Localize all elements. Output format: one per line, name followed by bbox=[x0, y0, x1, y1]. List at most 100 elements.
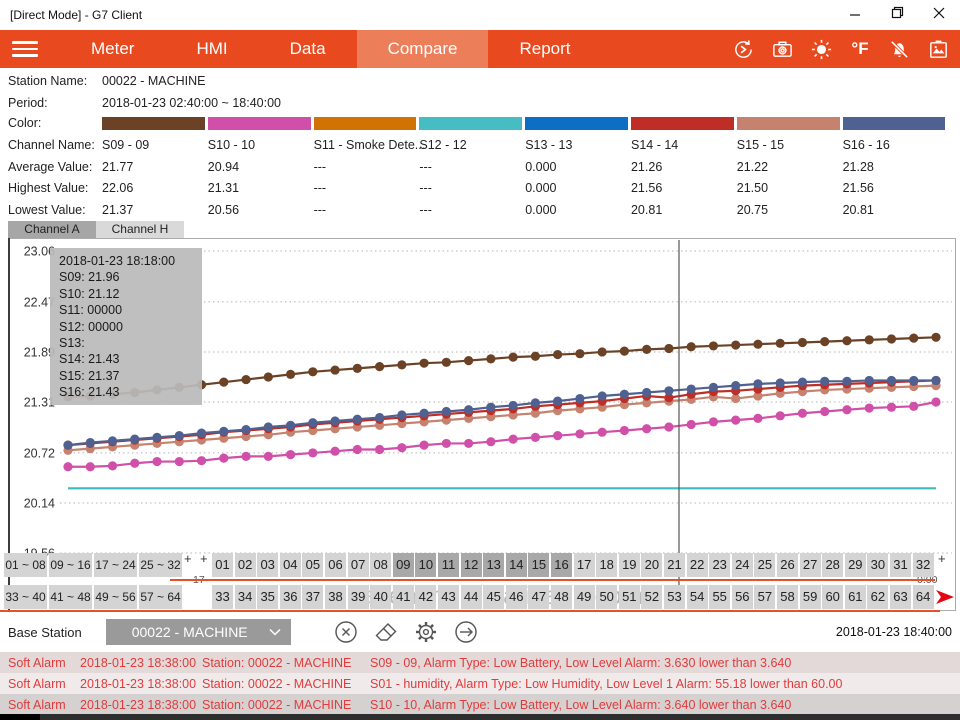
channel-button-19[interactable]: 19 bbox=[619, 553, 640, 577]
sync-icon[interactable] bbox=[731, 37, 755, 61]
channel-button-38[interactable]: 38 bbox=[325, 585, 346, 609]
red-right-arrow-icon[interactable] bbox=[934, 585, 958, 614]
channel-button-29[interactable]: 29 bbox=[845, 553, 866, 577]
channel-button-46[interactable]: 46 bbox=[506, 585, 527, 609]
channel-button-37[interactable]: 37 bbox=[302, 585, 323, 609]
channel-button-62[interactable]: 62 bbox=[867, 585, 888, 609]
channel-button-57[interactable]: 57 bbox=[754, 585, 775, 609]
channel-button-31[interactable]: 31 bbox=[890, 553, 911, 577]
menu-icon[interactable] bbox=[12, 41, 46, 57]
brightness-icon[interactable] bbox=[809, 37, 833, 61]
channel-group-button-33~40[interactable]: 33 ~ 40 bbox=[4, 585, 47, 609]
channel-button-26[interactable]: 26 bbox=[777, 553, 798, 577]
channel-button-41[interactable]: 41 bbox=[393, 585, 414, 609]
channel-button-25[interactable]: 25 bbox=[754, 553, 775, 577]
channel-button-23[interactable]: 23 bbox=[709, 553, 730, 577]
more-channels-button[interactable]: + bbox=[938, 551, 946, 566]
restore-button[interactable] bbox=[876, 0, 918, 30]
fahrenheit-icon[interactable]: °F bbox=[848, 37, 872, 61]
channel-button-09[interactable]: 09 bbox=[393, 553, 414, 577]
channel-button-47[interactable]: 47 bbox=[528, 585, 549, 609]
channel-button-48[interactable]: 48 bbox=[551, 585, 572, 609]
channel-group-button-25~32[interactable]: 25 ~ 32 bbox=[139, 553, 182, 577]
nav-item-hmi[interactable]: HMI bbox=[165, 30, 258, 68]
channel-button-50[interactable]: 50 bbox=[596, 585, 617, 609]
channel-button-20[interactable]: 20 bbox=[641, 553, 662, 577]
channel-button-64[interactable]: 64 bbox=[913, 585, 934, 609]
channel-group-button-01~08[interactable]: 01 ~ 08 bbox=[4, 553, 47, 577]
channel-button-34[interactable]: 34 bbox=[235, 585, 256, 609]
channel-button-03[interactable]: 03 bbox=[257, 553, 278, 577]
channel-button-07[interactable]: 07 bbox=[348, 553, 369, 577]
channel-button-13[interactable]: 13 bbox=[483, 553, 504, 577]
circle-x-icon[interactable] bbox=[333, 619, 359, 645]
minimize-button[interactable] bbox=[834, 0, 876, 30]
more-channels-button[interactable]: + bbox=[184, 551, 192, 566]
channel-button-05[interactable]: 05 bbox=[302, 553, 323, 577]
channel-button-36[interactable]: 36 bbox=[280, 585, 301, 609]
tab-channel-a[interactable]: Channel A bbox=[8, 221, 96, 238]
channel-button-53[interactable]: 53 bbox=[664, 585, 685, 609]
channel-button-14[interactable]: 14 bbox=[506, 553, 527, 577]
channel-button-22[interactable]: 22 bbox=[687, 553, 708, 577]
channel-button-55[interactable]: 55 bbox=[709, 585, 730, 609]
gear-icon[interactable] bbox=[413, 619, 439, 645]
nav-item-data[interactable]: Data bbox=[259, 30, 357, 68]
channel-button-54[interactable]: 54 bbox=[687, 585, 708, 609]
channel-button-35[interactable]: 35 bbox=[257, 585, 278, 609]
channel-button-18[interactable]: 18 bbox=[596, 553, 617, 577]
channel-button-56[interactable]: 56 bbox=[732, 585, 753, 609]
channel-button-58[interactable]: 58 bbox=[777, 585, 798, 609]
channel-button-28[interactable]: 28 bbox=[822, 553, 843, 577]
channel-button-60[interactable]: 60 bbox=[822, 585, 843, 609]
channel-button-45[interactable]: 45 bbox=[483, 585, 504, 609]
channel-button-08[interactable]: 08 bbox=[370, 553, 391, 577]
channel-group-button-41~48[interactable]: 41 ~ 48 bbox=[49, 585, 92, 609]
channel-button-04[interactable]: 04 bbox=[280, 553, 301, 577]
channel-button-30[interactable]: 30 bbox=[867, 553, 888, 577]
channel-button-33[interactable]: 33 bbox=[212, 585, 233, 609]
channel-button-11[interactable]: 11 bbox=[438, 553, 459, 577]
circle-arrow-right-icon[interactable] bbox=[453, 619, 479, 645]
alarm-mute-icon[interactable] bbox=[887, 37, 911, 61]
channel-button-63[interactable]: 63 bbox=[890, 585, 911, 609]
alarm-row[interactable]: Soft Alarm2018-01-23 18:38:00Station: 00… bbox=[0, 652, 960, 673]
more-channels-button[interactable]: + bbox=[200, 551, 208, 566]
channel-button-61[interactable]: 61 bbox=[845, 585, 866, 609]
channel-button-10[interactable]: 10 bbox=[415, 553, 436, 577]
channel-button-44[interactable]: 44 bbox=[461, 585, 482, 609]
channel-button-12[interactable]: 12 bbox=[461, 553, 482, 577]
channel-button-02[interactable]: 02 bbox=[235, 553, 256, 577]
channel-button-17[interactable]: 17 bbox=[574, 553, 595, 577]
channel-button-01[interactable]: 01 bbox=[212, 553, 233, 577]
camera-icon[interactable] bbox=[770, 37, 794, 61]
alarm-row[interactable]: Soft Alarm2018-01-23 18:38:00Station: 00… bbox=[0, 673, 960, 694]
channel-button-43[interactable]: 43 bbox=[438, 585, 459, 609]
channel-button-32[interactable]: 32 bbox=[913, 553, 934, 577]
channel-button-42[interactable]: 42 bbox=[415, 585, 436, 609]
channel-button-21[interactable]: 21 bbox=[664, 553, 685, 577]
alarm-row[interactable]: Soft Alarm2018-01-23 18:38:00Station: 00… bbox=[0, 694, 960, 715]
nav-item-meter[interactable]: Meter bbox=[60, 30, 165, 68]
close-button[interactable] bbox=[918, 0, 960, 30]
nav-item-report[interactable]: Report bbox=[488, 30, 601, 68]
base-station-dropdown[interactable]: 00022 - MACHINE bbox=[106, 619, 291, 645]
tab-channel-h[interactable]: Channel H bbox=[96, 221, 184, 238]
eraser-icon[interactable] bbox=[373, 619, 399, 645]
channel-button-06[interactable]: 06 bbox=[325, 553, 346, 577]
channel-button-49[interactable]: 49 bbox=[574, 585, 595, 609]
image-export-icon[interactable] bbox=[926, 37, 950, 61]
channel-button-51[interactable]: 51 bbox=[619, 585, 640, 609]
channel-group-button-49~56[interactable]: 49 ~ 56 bbox=[94, 585, 137, 609]
channel-group-button-17~24[interactable]: 17 ~ 24 bbox=[94, 553, 137, 577]
channel-group-button-57~64[interactable]: 57 ~ 64 bbox=[139, 585, 182, 609]
channel-button-40[interactable]: 40 bbox=[370, 585, 391, 609]
channel-button-59[interactable]: 59 bbox=[800, 585, 821, 609]
nav-item-compare[interactable]: Compare bbox=[357, 30, 489, 68]
channel-button-24[interactable]: 24 bbox=[732, 553, 753, 577]
channel-button-39[interactable]: 39 bbox=[348, 585, 369, 609]
channel-button-16[interactable]: 16 bbox=[551, 553, 572, 577]
channel-button-15[interactable]: 15 bbox=[528, 553, 549, 577]
channel-group-button-09~16[interactable]: 09 ~ 16 bbox=[49, 553, 92, 577]
channel-button-27[interactable]: 27 bbox=[800, 553, 821, 577]
